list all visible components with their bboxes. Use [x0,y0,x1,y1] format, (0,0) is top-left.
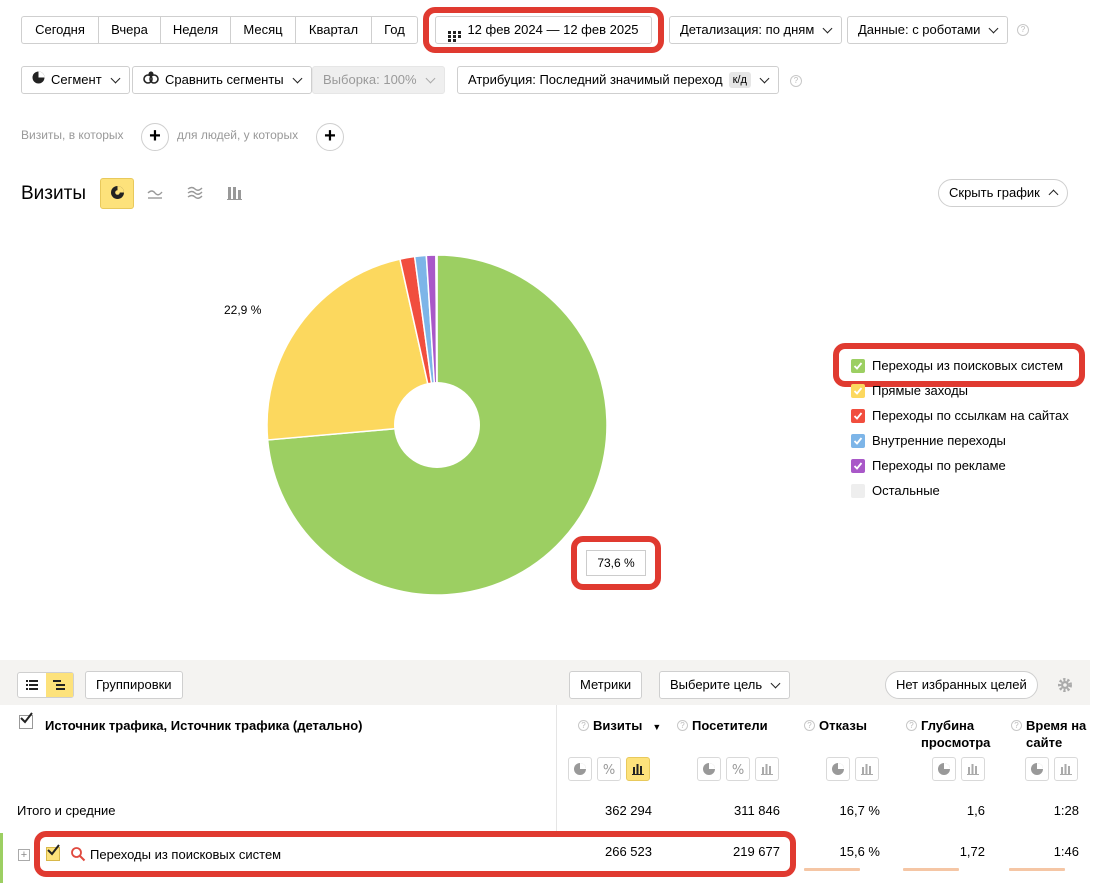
settings-gear-icon[interactable] [1056,676,1074,697]
sort-desc-icon[interactable]: ▼ [652,719,661,736]
help-icon[interactable]: ? [804,720,815,731]
legend-label: Прямые заходы [872,383,969,398]
bar-view-icon[interactable] [961,757,985,781]
metrics-button[interactable]: Метрики [569,671,643,699]
help-icon[interactable]: ? [578,720,589,731]
legend-label: Переходы по рекламе [872,458,1006,473]
pie-view-icon[interactable] [1025,757,1049,781]
tree-view-button[interactable] [45,673,73,697]
help-icon[interactable]: ? [677,720,688,731]
search-icon [70,846,86,865]
favorite-goals-button[interactable]: Нет избранных целей [885,671,1038,699]
checkbox-checked-icon[interactable] [851,358,865,373]
column-header-label: Время на сайте [1026,718,1087,750]
legend-label: Переходы из поисковых систем [872,358,1064,373]
totals-cell: 362 294 [605,803,652,818]
percent-view-icon[interactable]: % [726,757,750,781]
metrics-label: Метрики [580,677,632,692]
legend-label: Остальные [872,483,940,498]
groupings-label: Группировки [96,677,172,692]
legend-label: Внутренние переходы [872,433,1006,448]
column-header-label: Визиты [593,718,643,733]
svg-text:%: % [732,763,744,778]
legend-item[interactable]: Переходы по ссылкам на сайтах [851,408,1069,423]
table-cell: 1:46 [1053,844,1079,859]
help-icon[interactable]: ? [906,720,917,731]
column-header[interactable]: ? Время на сайте [1011,717,1090,751]
report-table: Группировки Метрики Выберите цель Нет из… [0,660,1090,883]
column-header[interactable]: ? Посетители [677,717,768,734]
totals-cell: 311 846 [733,803,780,818]
pie-hole [394,382,480,468]
value-bar [903,868,959,871]
value-bar [1009,868,1065,871]
totals-label: Итого и средние [17,803,116,818]
dimension-checkbox[interactable] [19,712,33,729]
legend-item[interactable]: Прямые заходы [851,383,968,398]
table-cell: 15,6 % [839,844,880,859]
totals-cell: 16,7 % [839,803,880,818]
value-bar [804,868,860,871]
pie-chart [266,254,608,596]
help-icon[interactable]: ? [1011,720,1022,731]
percent-view-icon[interactable]: % [597,757,621,781]
legend-item[interactable]: Переходы из поисковых систем [851,358,1063,373]
column-header-label: Посетители [692,718,768,733]
pie-view-icon[interactable] [932,757,956,781]
table-cell: 266 523 [605,844,652,859]
bar-view-icon[interactable] [626,757,650,781]
dimension-header: Источник трафика, Источник трафика (дета… [45,718,363,733]
pie-view-icon[interactable] [568,757,592,781]
pie-view-icon[interactable] [697,757,721,781]
column-header[interactable]: ? Глубина просмотра [906,717,996,751]
row-color-marker [0,833,3,883]
favorite-goals-label: Нет избранных целей [896,677,1027,692]
column-header[interactable]: ? Визиты ▼ [578,717,661,736]
table-cell: 1,72 [959,844,985,859]
pie-data-label-secondary: 22,9 % [224,303,262,317]
checkbox-checked-icon[interactable] [851,408,865,423]
checkbox-unchecked-icon[interactable] [851,483,865,498]
column-header-label: Глубина просмотра [921,718,991,750]
pie-data-label-primary: 73,6 % [586,550,646,576]
expand-row-button[interactable]: + [18,849,30,861]
legend-item[interactable]: Внутренние переходы [851,433,1006,448]
totals-cell: 1:28 [1053,803,1079,818]
chevron-down-icon [770,678,781,688]
row-checkbox[interactable] [46,844,60,861]
bar-view-icon[interactable] [755,757,779,781]
bar-view-icon[interactable] [855,757,879,781]
checkbox-checked-icon[interactable] [851,383,865,398]
list-view-button[interactable] [18,673,46,697]
goal-dropdown[interactable]: Выберите цель [659,671,791,699]
goal-label: Выберите цель [670,677,763,692]
totals-cell: 1,6 [966,803,985,818]
checkbox-checked-icon[interactable] [851,433,865,448]
pie-view-icon[interactable] [826,757,850,781]
view-toggle [17,672,74,698]
checkbox-checked-icon[interactable] [851,458,865,473]
bar-view-icon[interactable] [1054,757,1078,781]
list-icon [25,678,38,693]
legend-item[interactable]: Остальные [851,483,940,498]
row-label[interactable]: Переходы из поисковых систем [90,847,281,862]
legend-item[interactable]: Переходы по рекламе [851,458,1006,473]
groupings-button[interactable]: Группировки [85,671,183,699]
svg-text:%: % [603,763,615,778]
column-header[interactable]: ? Отказы [804,717,867,734]
legend-label: Переходы по ссылкам на сайтах [872,408,1069,423]
tree-icon [53,678,66,693]
column-header-label: Отказы [819,718,867,733]
table-cell: 219 677 [733,844,780,859]
